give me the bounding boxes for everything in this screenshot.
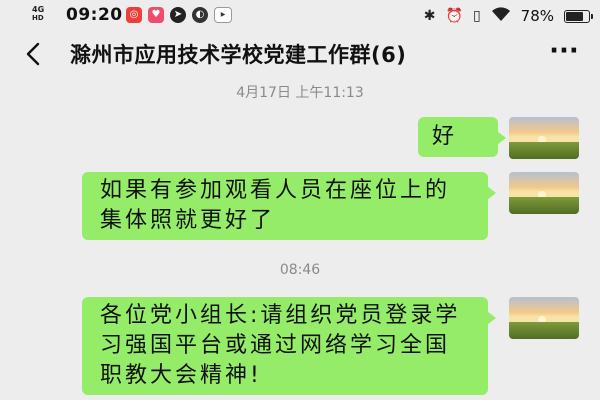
notification-app-red-icon: ◎ bbox=[126, 7, 142, 23]
video-app-icon: ▶ bbox=[214, 7, 232, 23]
clock: 09:20 bbox=[66, 5, 123, 25]
network-indicator: 4G HD bbox=[32, 5, 45, 23]
telegram-icon: ➤ bbox=[170, 7, 186, 23]
message-timestamp: 4月17日 上午11:13 bbox=[236, 85, 364, 101]
sunset-field-avatar[interactable] bbox=[509, 297, 579, 339]
network-type: 4G bbox=[32, 5, 45, 14]
sunset-field-avatar[interactable] bbox=[509, 117, 579, 159]
message-bubble[interactable]: 如果有参加观看人员在座位上的集体照就更好了 bbox=[82, 172, 496, 240]
notification-app-pink-icon: ♥ bbox=[148, 7, 164, 23]
network-sub: HD bbox=[32, 14, 44, 22]
system-icons: ✱ ⏰ ▯ 78% bbox=[423, 6, 593, 26]
message-timestamp: 08:46 bbox=[279, 262, 321, 278]
notification-icons: ◎ ♥ ➤ ◐ ▶ bbox=[126, 7, 232, 23]
battery-percent: 78% bbox=[520, 7, 554, 25]
message-bubble[interactable]: 各位党小组长:请组织党员登录学习强国平台或通过网络学习全国职教大会精神! bbox=[82, 297, 496, 395]
battery-icon bbox=[564, 9, 593, 23]
bluetooth-icon: ✱ bbox=[423, 8, 436, 24]
chat-header: 滁州市应用技术学校党建工作群(6) ··· bbox=[0, 32, 600, 76]
alarm-icon: ⏰ bbox=[445, 8, 463, 24]
wifi-icon bbox=[491, 6, 511, 26]
vibrate-icon: ▯ bbox=[472, 8, 481, 24]
chevron-left-icon bbox=[26, 42, 40, 66]
battery-level bbox=[566, 11, 584, 21]
message-bubble[interactable]: 好 bbox=[418, 117, 506, 157]
back-button[interactable] bbox=[20, 38, 50, 70]
sunset-field-avatar[interactable] bbox=[509, 172, 579, 214]
compass-icon: ◐ bbox=[192, 7, 208, 23]
more-options-button[interactable]: ··· bbox=[542, 38, 586, 70]
status-bar: 4G HD 09:20 ◎ ♥ ➤ ◐ ▶ ✱ ⏰ ▯ 78% bbox=[0, 0, 600, 30]
chat-title: 滁州市应用技术学校党建工作群(6) bbox=[70, 43, 407, 67]
